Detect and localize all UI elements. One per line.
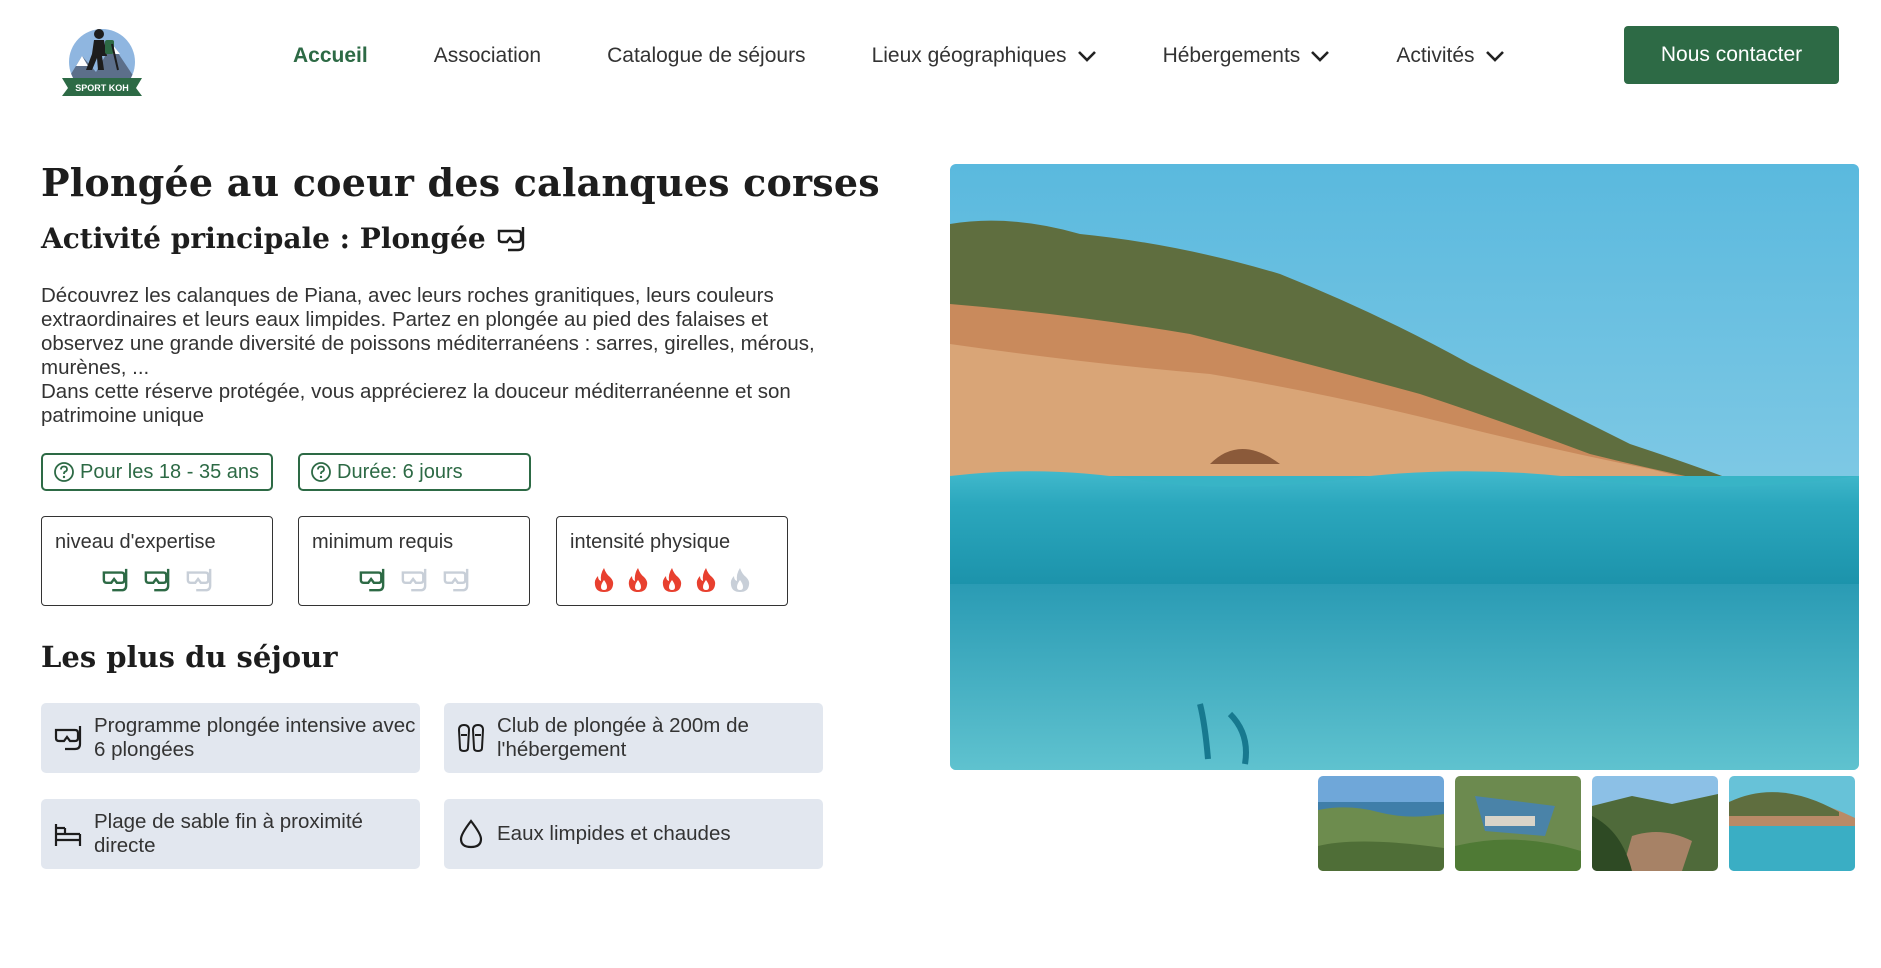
thumbnail-3[interactable] xyxy=(1592,776,1718,871)
minimum-required-label: minimum requis xyxy=(312,531,454,553)
contact-button[interactable]: Nous contacter xyxy=(1624,26,1839,84)
expertise-level-rating xyxy=(42,567,272,593)
feature-label: Plage de sable fin à proximité directe xyxy=(94,810,363,857)
water-drop-icon xyxy=(455,818,487,850)
diving-mask-icon xyxy=(186,568,212,592)
chevron-down-icon xyxy=(1485,51,1504,62)
diving-mask-icon xyxy=(443,568,469,592)
diving-mask-icon xyxy=(144,568,170,592)
flame-icon xyxy=(696,568,716,592)
highlights-heading: Les plus du séjour xyxy=(41,640,338,674)
diving-mask-icon xyxy=(52,722,84,754)
minimum-required-rating xyxy=(299,567,529,593)
thumbnail-2[interactable] xyxy=(1455,776,1581,871)
flame-icon xyxy=(662,568,682,592)
feature-card: Plage de sable fin à proximité directe xyxy=(41,799,420,869)
minimum-required-card: minimum requis xyxy=(298,516,530,606)
feature-label: Eaux limpides et chaudes xyxy=(497,822,731,845)
nav-label: Hébergements xyxy=(1162,44,1301,67)
nav-label: Activités xyxy=(1396,44,1475,67)
nav-label: Accueil xyxy=(293,44,368,67)
nav-item-catalogue[interactable]: Catalogue de séjours xyxy=(607,44,805,68)
feature-card: Eaux limpides et chaudes xyxy=(444,799,823,869)
feature-card: Programme plongée intensive avec 6 plong… xyxy=(41,703,420,773)
feature-card: Club de plongée à 200m de l'hébergement xyxy=(444,703,823,773)
nav-label: Association xyxy=(433,44,542,67)
thumbnail-4[interactable] xyxy=(1729,776,1855,871)
nav-label: Catalogue de séjours xyxy=(607,44,806,67)
diving-mask-icon xyxy=(359,568,385,592)
main-activity-heading: Activité principale : Plongée xyxy=(41,222,526,255)
age-range-label: Pour les 18 - 35 ans xyxy=(80,460,259,483)
flame-icon xyxy=(730,568,750,592)
svg-text:SPORT KOH: SPORT KOH xyxy=(75,83,129,93)
nav-item-hebergements[interactable]: Hébergements xyxy=(1163,44,1331,68)
nav-label: Lieux géographiques xyxy=(871,44,1067,67)
flippers-icon xyxy=(455,722,487,754)
feature-label: Programme plongée intensive avec 6 plong… xyxy=(94,714,416,761)
nav-item-activites[interactable]: Activités xyxy=(1396,44,1504,68)
physical-intensity-card: intensité physique xyxy=(556,516,788,606)
age-range-badge: Pour les 18 - 35 ans xyxy=(41,453,273,491)
physical-intensity-rating xyxy=(557,567,787,593)
nav-item-lieux[interactable]: Lieux géographiques xyxy=(872,44,1097,68)
site-header: SPORT KOH Accueil Association Catalogue … xyxy=(0,0,1881,110)
duration-badge: Durée: 6 jours xyxy=(298,453,531,491)
expertise-level-label: niveau d'expertise xyxy=(55,531,216,553)
diving-mask-icon xyxy=(401,568,427,592)
thumbnail-1[interactable] xyxy=(1318,776,1444,871)
question-circle-icon xyxy=(54,462,74,482)
nav-item-association[interactable]: Association xyxy=(434,44,541,68)
flame-icon xyxy=(594,568,614,592)
beach-chair-icon xyxy=(52,818,84,850)
main-activity-label: Activité principale : Plongée xyxy=(41,222,486,255)
sport-koh-logo[interactable]: SPORT KOH xyxy=(52,22,152,100)
photo-thumbnails xyxy=(1318,776,1855,871)
main-photo[interactable] xyxy=(950,164,1859,770)
description-paragraph: Découvrez les calanques de Piana, avec l… xyxy=(41,284,815,379)
trip-description: Découvrez les calanques de Piana, avec l… xyxy=(41,284,841,428)
question-circle-icon xyxy=(311,462,331,482)
feature-label: Club de plongée à 200m de l'hébergement xyxy=(497,714,749,761)
diving-mask-icon xyxy=(497,226,524,251)
nav-item-accueil[interactable]: Accueil xyxy=(293,44,368,68)
main-nav: Accueil Association Catalogue de séjours… xyxy=(293,36,1571,76)
description-paragraph: Dans cette réserve protégée, vous appréc… xyxy=(41,380,791,427)
physical-intensity-label: intensité physique xyxy=(570,531,731,553)
diving-mask-icon xyxy=(102,568,128,592)
chevron-down-icon xyxy=(1077,51,1096,62)
flame-icon xyxy=(628,568,648,592)
page-title: Plongée au coeur des calanques corses xyxy=(41,160,880,205)
expertise-level-card: niveau d'expertise xyxy=(41,516,273,606)
chevron-down-icon xyxy=(1311,51,1330,62)
duration-label: Durée: 6 jours xyxy=(337,460,463,483)
